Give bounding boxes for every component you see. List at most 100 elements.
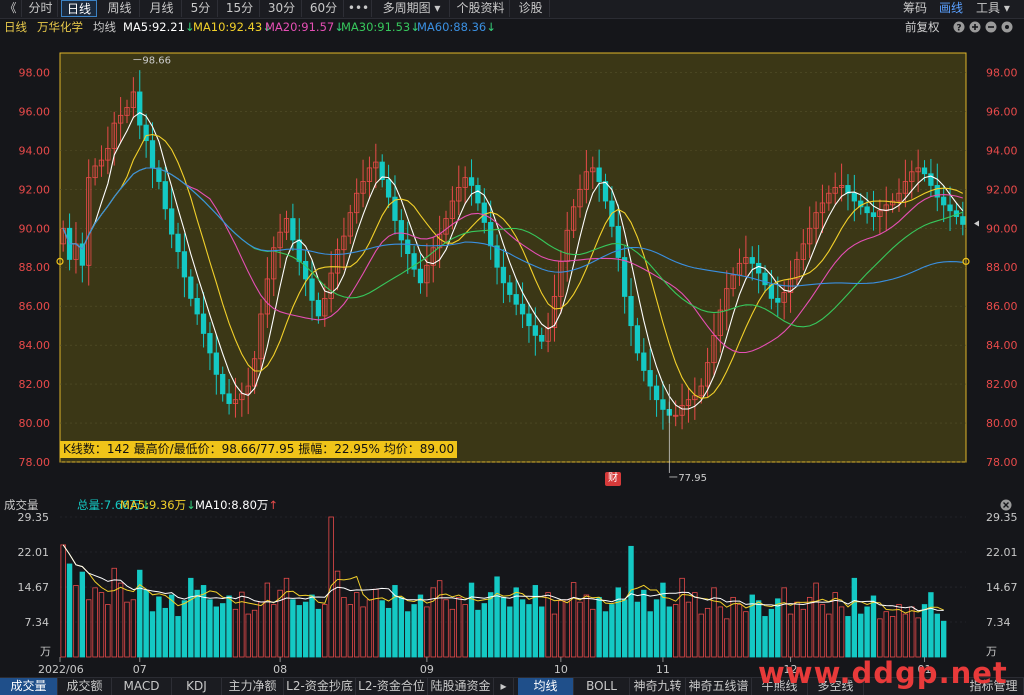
volume-bar	[156, 596, 162, 658]
ma30-legend: MA30:91.53↓	[341, 20, 420, 34]
vol-tick-left: 7.34	[25, 616, 50, 629]
volume-bar	[137, 569, 143, 658]
period-tab-5min[interactable]: 5分	[184, 0, 218, 17]
volume-ma10: MA10:8.80万↑	[195, 498, 279, 512]
period-tab-month[interactable]: 月线	[142, 0, 182, 17]
volume-bar	[883, 611, 889, 658]
volume-bar	[513, 587, 519, 658]
vol-tick-left: 14.67	[18, 581, 50, 594]
price-tick-left: 88.00	[19, 261, 51, 274]
candle-body	[405, 239, 411, 255]
tab-l2-bottom[interactable]: L2-资金抄底	[284, 678, 356, 695]
volume-bar	[596, 596, 602, 658]
tools-button[interactable]: 工具 ▾	[976, 0, 1010, 17]
tabs-scroll-right[interactable]: ▸	[494, 678, 514, 695]
volume-bar	[220, 603, 226, 658]
candle-body	[864, 206, 870, 214]
volume-bar	[736, 604, 743, 658]
tab-main-net[interactable]: 主力净额	[222, 678, 284, 695]
close-volume-icon[interactable]	[1000, 499, 1012, 511]
settings-icon[interactable]	[1001, 21, 1013, 33]
avg-label[interactable]: 均线	[93, 19, 116, 35]
stock-profile-button[interactable]: 个股资料	[452, 0, 510, 17]
tab-nine-turn[interactable]: 神奇九转	[630, 678, 686, 695]
price-tick-left: 96.00	[19, 105, 51, 118]
candle-body	[296, 239, 302, 262]
period-tab-30min[interactable]: 30分	[262, 0, 302, 17]
vol-unit-left: 万	[40, 645, 51, 658]
multi-period-button[interactable]: 多周期图 ▾	[374, 0, 450, 17]
vol-tick-right: 29.35	[986, 513, 1018, 524]
candle-body	[162, 181, 168, 210]
volume-chart[interactable]: 29.35 29.3522.01 22.0114.67 14.677.34 7.34万万…	[0, 513, 1024, 677]
financial-badge[interactable]: 财	[605, 472, 621, 486]
more-periods-button[interactable]: •••	[346, 0, 372, 17]
tab-ma[interactable]: 均线	[518, 678, 574, 695]
volume-bar	[934, 613, 940, 658]
period-tab-15min[interactable]: 15分	[220, 0, 260, 17]
period-tab-week[interactable]: 周线	[100, 0, 140, 17]
candle-body	[749, 257, 755, 264]
fuquan-dropdown[interactable]: 前复权	[905, 19, 940, 35]
volume-bar	[181, 600, 188, 658]
zoom-out-icon[interactable]	[985, 21, 997, 33]
price-tick-left: 90.00	[19, 222, 51, 235]
candle-body	[207, 333, 213, 354]
diagnose-button[interactable]: 诊股	[512, 0, 550, 17]
volume-bar	[768, 608, 775, 658]
tab-l2-position[interactable]: L2-资金合位	[356, 678, 428, 695]
price-chart[interactable]: 98.00 98.00 96.00 96.00 94.00 94.00 92.00 92.00…	[0, 36, 1024, 491]
price-tick-right: 90.00	[986, 222, 1018, 235]
volume-bar	[264, 582, 271, 658]
volume-bar	[315, 608, 322, 658]
chip-button[interactable]: 筹码	[903, 0, 927, 17]
volume-bar	[590, 608, 596, 658]
volume-bar	[794, 601, 800, 658]
period-tab-60min[interactable]: 60分	[304, 0, 344, 17]
help-icon[interactable]: ?	[953, 21, 965, 34]
volume-bar	[232, 608, 239, 658]
period-label: 日线	[4, 20, 27, 34]
volume-bar	[283, 577, 290, 658]
volume-bar	[379, 600, 385, 658]
volume-bar	[226, 595, 232, 658]
volume-bar	[436, 580, 443, 658]
candle-body	[615, 225, 621, 258]
stock-name[interactable]: 万华化学	[37, 19, 83, 35]
volume-bar	[864, 606, 870, 658]
volume-bar	[117, 582, 124, 658]
volume-bar	[360, 606, 366, 658]
tab-boll[interactable]: BOLL	[574, 678, 630, 695]
candle-body	[634, 325, 641, 354]
period-tab-day[interactable]: 日线	[61, 0, 97, 17]
price-tick-right: 98.00	[986, 66, 1018, 79]
candle-body	[149, 140, 156, 169]
volume-bar	[111, 567, 117, 658]
tab-kdj[interactable]: KDJ	[172, 678, 222, 695]
vol-tick-right: 14.67	[986, 581, 1018, 594]
low-label: 77.95	[678, 473, 707, 484]
volume-bar	[858, 613, 864, 658]
zoom-in-icon[interactable]	[969, 21, 981, 33]
volume-bar	[449, 608, 456, 658]
volume-bar	[424, 606, 430, 658]
tab-volume[interactable]: 成交量	[0, 678, 58, 695]
volume-bar	[647, 611, 653, 658]
draw-line-button[interactable]: 画线	[939, 0, 963, 17]
volume-bar	[902, 613, 909, 658]
tab-macd[interactable]: MACD	[112, 678, 172, 695]
volume-bar	[730, 596, 736, 658]
volume-bar	[462, 604, 468, 658]
candle-body	[622, 257, 628, 297]
volume-bar	[845, 616, 851, 658]
candle-body	[941, 196, 947, 206]
period-tab-fenshi[interactable]: 分时	[24, 0, 58, 17]
back-button[interactable]: 《	[0, 0, 22, 17]
tab-turnover[interactable]: 成交额	[58, 678, 112, 695]
candle-body	[385, 179, 392, 198]
volume-bar	[570, 582, 577, 658]
volume-bar	[781, 587, 787, 658]
tab-five-line[interactable]: 神奇五线谱	[686, 678, 752, 695]
tab-northbound[interactable]: 陆股通资金	[428, 678, 494, 695]
candle-body	[475, 185, 481, 204]
